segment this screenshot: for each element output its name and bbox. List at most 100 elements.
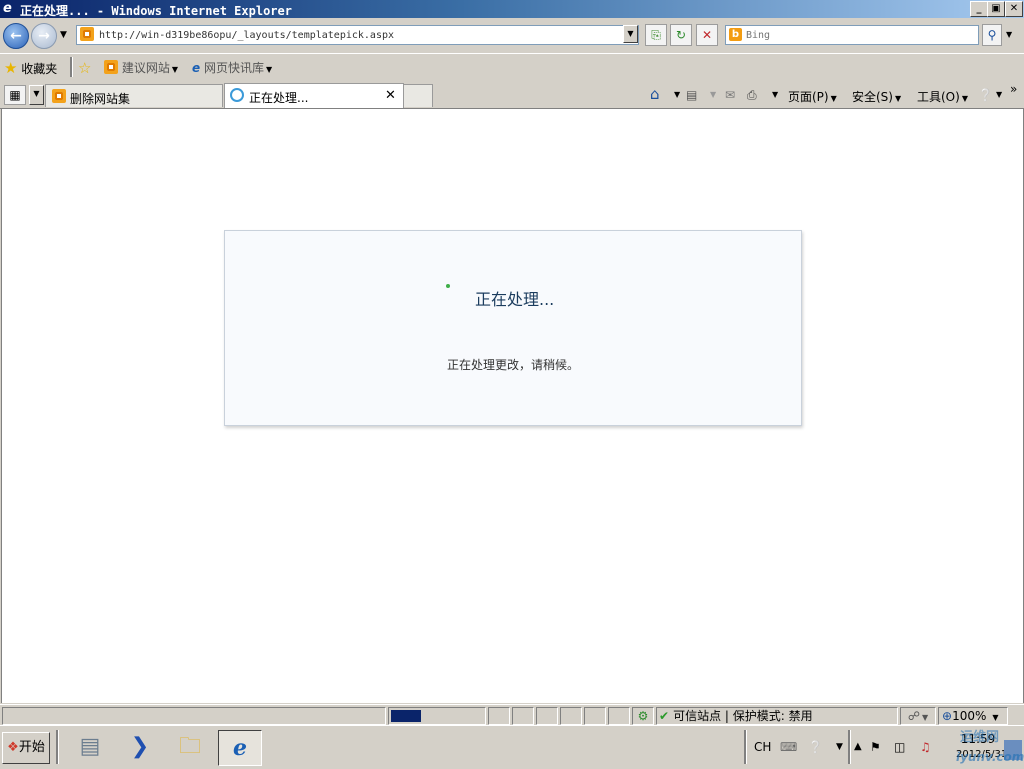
chevron-down-icon: ▼ bbox=[922, 713, 929, 722]
show-desktop-button[interactable] bbox=[1004, 740, 1022, 760]
new-tab-button[interactable] bbox=[403, 84, 433, 107]
restore-button[interactable]: ▣ bbox=[987, 1, 1005, 17]
chevron-down-icon: ▼ bbox=[894, 94, 902, 103]
forward-button[interactable]: → bbox=[31, 23, 57, 49]
status-panel bbox=[608, 707, 630, 725]
tab-list-dropdown-button[interactable]: ▼ bbox=[29, 85, 44, 105]
chevron-down-icon[interactable]: ▼ bbox=[710, 90, 716, 99]
web-slice-gallery-link[interactable]: e 网页快讯库 ▼ bbox=[192, 59, 272, 76]
favorites-star-icon: ★ bbox=[4, 59, 18, 77]
chevron-down-icon[interactable]: ▼ bbox=[674, 90, 680, 99]
language-indicator[interactable]: CH bbox=[754, 730, 771, 764]
tab-delete-site-collection[interactable]: 删除网站集 bbox=[45, 84, 223, 107]
ime-options-icon[interactable]: ▼ bbox=[836, 730, 843, 764]
window-title-bar[interactable]: e 正在处理... - Windows Internet Explorer _ … bbox=[0, 0, 1024, 18]
add-to-favorites-bar-icon[interactable]: ☆ bbox=[78, 59, 91, 77]
start-button[interactable]: ❖开始 bbox=[2, 732, 50, 764]
server-manager-icon[interactable]: ▤ bbox=[72, 730, 108, 764]
status-panel bbox=[536, 707, 558, 725]
favorites-label: 收藏夹 bbox=[21, 62, 58, 76]
web-slice-gallery-label: 网页快讯库 bbox=[203, 61, 264, 75]
popup-blocker-icon[interactable]: ☍ ▼ bbox=[900, 707, 936, 725]
divider bbox=[56, 730, 59, 764]
more-commands-icon[interactable]: » bbox=[1010, 82, 1017, 96]
address-bar[interactable] bbox=[76, 25, 639, 45]
divider bbox=[848, 730, 851, 764]
help-icon[interactable]: ❔ bbox=[978, 88, 993, 102]
ie-logo-icon: e bbox=[3, 1, 12, 16]
site-favicon-icon bbox=[80, 27, 94, 41]
tab-favicon-icon bbox=[52, 89, 66, 103]
window-title: 正在处理... - Windows Internet Explorer bbox=[20, 4, 292, 18]
bing-icon: b bbox=[729, 28, 742, 41]
zoom-icon: ⊕ bbox=[942, 709, 953, 723]
read-mail-icon[interactable]: ✉ bbox=[725, 88, 735, 102]
progress-fill bbox=[391, 710, 421, 722]
chevron-down-icon[interactable]: ▼ bbox=[772, 90, 778, 99]
safety-menu[interactable]: 安全(S) ▼ bbox=[852, 88, 901, 105]
search-options-dropdown-icon[interactable]: ▼ bbox=[1006, 30, 1012, 39]
clock[interactable]: 11:59 2012/5/31 bbox=[956, 732, 1007, 766]
tools-menu[interactable]: 工具(O) ▼ bbox=[917, 88, 968, 105]
refresh-icon[interactable]: ↻ bbox=[670, 24, 692, 46]
zoom-level: 100% bbox=[952, 709, 987, 723]
tab-processing[interactable]: 正在处理... ✕ bbox=[224, 83, 404, 108]
start-label: 开始 bbox=[18, 740, 45, 755]
feeds-icon[interactable]: ▤ bbox=[686, 88, 697, 102]
security-zone-label: 可信站点 | 保护模式: 禁用 bbox=[673, 709, 813, 723]
tools-menu-label: 工具(O) bbox=[917, 90, 960, 104]
show-hidden-icons-icon[interactable]: ▲ bbox=[854, 730, 862, 764]
checkmark-icon: ✔ bbox=[659, 709, 670, 723]
action-center-flag-icon[interactable]: ⚑ bbox=[870, 730, 881, 764]
divider bbox=[744, 730, 747, 764]
clock-date: 2012/5/31 bbox=[956, 749, 1008, 760]
progress-bar bbox=[388, 707, 486, 725]
internet-explorer-task-icon[interactable]: e bbox=[218, 730, 262, 766]
address-dropdown-button[interactable]: ▼ bbox=[623, 25, 638, 43]
chevron-down-icon: ▼ bbox=[265, 65, 273, 74]
processing-dialog: 正在处理... 正在处理更改，请稍候。 bbox=[224, 230, 802, 426]
favorites-bar: ★ 收藏夹 ☆ 建议网站 ▼ e 网页快讯库 ▼ bbox=[0, 53, 1024, 82]
powershell-icon[interactable]: ❯ bbox=[122, 730, 158, 764]
quick-tabs-icon[interactable]: ▦ bbox=[4, 85, 26, 105]
page-content: 正在处理... 正在处理更改，请稍候。 bbox=[1, 109, 1024, 703]
status-panel bbox=[584, 707, 606, 725]
status-bar: ⚙ ✔ 可信站点 | 保护模式: 禁用 ☍ ▼ ⊕100% ▼ bbox=[0, 704, 1024, 725]
search-box[interactable]: b bbox=[725, 25, 979, 45]
url-input[interactable] bbox=[99, 26, 619, 43]
minimize-button[interactable]: _ bbox=[970, 1, 988, 17]
keyboard-icon[interactable]: ⌨ bbox=[780, 730, 797, 764]
suggested-sites-link[interactable]: 建议网站 ▼ bbox=[104, 59, 178, 76]
stop-icon[interactable]: ✕ bbox=[696, 24, 718, 46]
address-toolbar: ← → ▼ ▼ ⎘ ↻ ✕ b ⚲ ▼ bbox=[0, 19, 1024, 52]
chevron-down-icon: ▼ bbox=[992, 713, 999, 722]
back-button[interactable]: ← bbox=[3, 23, 29, 49]
ie-page-icon: e bbox=[192, 61, 201, 75]
search-input[interactable] bbox=[746, 26, 974, 43]
chevron-down-icon[interactable]: ▼ bbox=[996, 90, 1002, 99]
windows-logo-icon: ❖ bbox=[7, 740, 19, 755]
help-tray-icon[interactable]: ❔ bbox=[808, 730, 823, 764]
status-panel bbox=[488, 707, 510, 725]
security-zone-panel[interactable]: ✔ 可信站点 | 保护模式: 禁用 bbox=[656, 707, 898, 725]
zoom-button[interactable]: ⊕100% ▼ bbox=[938, 707, 1008, 725]
close-tab-icon[interactable]: ✕ bbox=[385, 88, 396, 103]
page-menu[interactable]: 页面(P) ▼ bbox=[788, 88, 837, 105]
zone-settings-icon[interactable]: ⚙ bbox=[632, 707, 654, 725]
home-icon[interactable]: ⌂ bbox=[650, 85, 660, 103]
print-icon[interactable]: ⎙ bbox=[747, 88, 757, 103]
close-window-button[interactable]: ✕ bbox=[1005, 1, 1023, 17]
chevron-down-icon: ▼ bbox=[830, 94, 837, 103]
status-panel bbox=[512, 707, 534, 725]
network-icon[interactable]: ◫ bbox=[894, 730, 905, 764]
compatibility-view-icon[interactable]: ⎘ bbox=[645, 24, 667, 46]
explorer-folder-icon[interactable]: 🗀 bbox=[172, 730, 208, 764]
search-go-icon[interactable]: ⚲ bbox=[982, 24, 1002, 46]
volume-muted-icon[interactable]: ♫ bbox=[920, 730, 931, 764]
tab-label: 删除网站集 bbox=[70, 92, 131, 106]
favorites-button[interactable]: ★ 收藏夹 bbox=[4, 59, 57, 77]
spinner-icon bbox=[446, 284, 450, 288]
loading-icon bbox=[230, 88, 244, 102]
recent-pages-dropdown-icon[interactable]: ▼ bbox=[60, 30, 67, 40]
add-favorite-star-icon: ☆ bbox=[78, 59, 92, 77]
